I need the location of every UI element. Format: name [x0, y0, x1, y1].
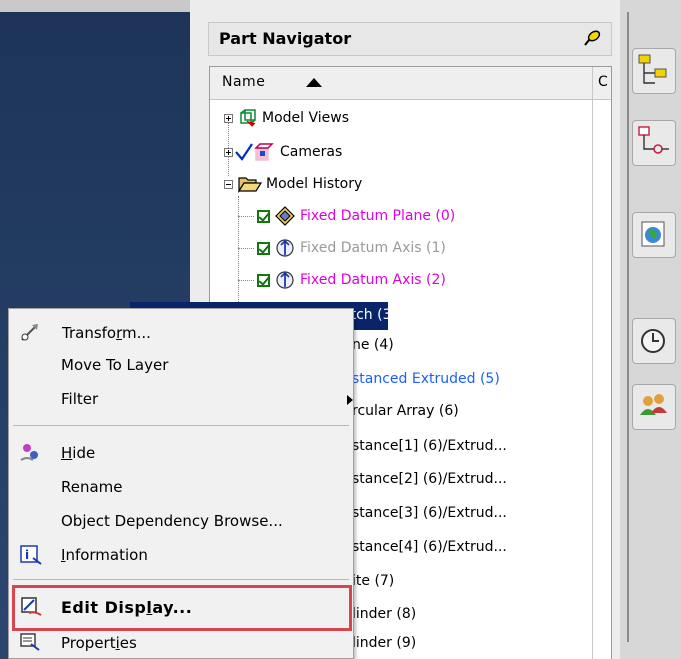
tree-item-label: stanced Extruded (5) [352, 371, 500, 387]
expand-icon[interactable] [224, 114, 233, 123]
tree-row-model-history[interactable]: Model History [222, 169, 602, 199]
tree-row-instance-1[interactable]: stance[1] (6)/Extrud... [352, 431, 592, 461]
camera-icon [254, 143, 274, 161]
column-header-name[interactable]: Name [222, 74, 265, 90]
tree-item-label: Model History [266, 176, 363, 192]
assembly-navigator-icon [638, 54, 667, 84]
tree-item-label: etch (3) "SKETCH_00... [342, 307, 501, 323]
tree-row-unite[interactable]: ite (7) [352, 566, 592, 596]
information-icon: i [20, 545, 42, 565]
tree-item-label: Cameras [280, 144, 343, 160]
expand-icon[interactable] [224, 148, 233, 157]
tree-item-label: stance[1] (6)/Extrud... [352, 438, 507, 454]
menu-item-label: Information [61, 546, 148, 564]
roles-icon [640, 394, 667, 415]
menu-item-label: Properties [61, 634, 137, 652]
checkmark-icon [235, 143, 253, 161]
edit-display-highlight-box [12, 585, 352, 631]
history-tab[interactable] [632, 318, 676, 364]
menu-item-object-dependency-browser[interactable]: Object Dependency Browse... [9, 505, 353, 537]
tree-row-fixed-datum-plane[interactable]: Fixed Datum Plane (0) [238, 201, 602, 231]
pin-icon[interactable] [583, 28, 603, 48]
hide-icon [20, 444, 38, 461]
menu-separator [13, 579, 349, 580]
tree-row-instance-3[interactable]: stance[3] (6)/Extrud... [352, 498, 592, 528]
menu-item-label: Filter [61, 390, 99, 408]
tree-row-instance-4[interactable]: stance[4] (6)/Extrud... [352, 532, 592, 562]
menu-item-transform[interactable]: Transform... [9, 317, 353, 349]
menu-item-label: Object Dependency Browse... [61, 512, 283, 530]
tree-row-instance-2[interactable]: stance[2] (6)/Extrud... [352, 464, 592, 494]
viewport-top-edge [0, 0, 190, 12]
svg-text:i: i [25, 548, 29, 562]
tree-item-label: Fixed Datum Axis (1) [300, 240, 446, 256]
visibility-checkbox[interactable] [257, 242, 270, 255]
assembly-navigator-tab[interactable] [632, 48, 676, 94]
datum-axis-icon [276, 271, 294, 289]
tree-item-label: Fixed Datum Plane (0) [300, 208, 456, 224]
tree-item-label: ne (4) [352, 337, 394, 353]
open-folder-icon [238, 177, 262, 193]
menu-item-label: Hide [61, 444, 96, 462]
menu-item-label: Move To Layer [61, 356, 169, 374]
menu-item-label: Rename [61, 478, 123, 496]
tree-row-circular-array[interactable]: rcular Array (6) [352, 396, 592, 426]
visibility-checkbox[interactable] [257, 210, 270, 223]
tree-item-label: ite (7) [352, 573, 395, 589]
tree-row-fixed-datum-axis-2[interactable]: Fixed Datum Axis (2) [238, 265, 602, 295]
menu-item-properties[interactable]: Properties [9, 627, 353, 659]
tree-item-label: stance[3] (6)/Extrud... [352, 505, 507, 521]
tree-item-label: rcular Array (6) [352, 403, 459, 419]
constraint-navigator-icon [638, 126, 669, 154]
column-header-c[interactable]: C [598, 74, 608, 90]
menu-item-filter[interactable]: Filter [9, 383, 353, 415]
menu-separator [13, 425, 349, 426]
tree-row-plane[interactable]: ne (4) [352, 330, 592, 360]
sort-ascending-icon [306, 78, 322, 87]
tree-item-label: Model Views [262, 110, 350, 126]
collapse-icon[interactable] [224, 180, 233, 189]
menu-item-hide[interactable]: Hide [9, 437, 353, 469]
tree-item-label: linder (8) [352, 606, 417, 622]
tree-item-label: linder (9) [352, 635, 417, 651]
web-browser-tab[interactable] [632, 212, 676, 258]
transform-icon [21, 324, 38, 341]
web-browser-icon [641, 221, 665, 247]
model-views-icon [240, 109, 256, 127]
tree-line [238, 280, 254, 281]
part-navigator-header: Part Navigator [208, 22, 612, 56]
tree-item-label: stance[2] (6)/Extrud... [352, 471, 507, 487]
properties-icon [20, 633, 40, 651]
menu-item-information[interactable]: i Information [9, 539, 353, 571]
tree-item-label: stance[4] (6)/Extrud... [352, 539, 507, 555]
visibility-checkbox[interactable] [257, 274, 270, 287]
datum-plane-icon [275, 206, 295, 226]
submenu-arrow-icon [347, 395, 353, 405]
menu-item-rename[interactable]: Rename [9, 471, 353, 503]
constraint-navigator-tab[interactable] [632, 120, 676, 166]
tree-line [238, 248, 254, 249]
tree-line [238, 216, 254, 217]
column-header-row: Name C [210, 67, 611, 100]
tree-row-cameras[interactable]: Cameras [222, 137, 602, 167]
roles-tab[interactable] [632, 384, 676, 430]
datum-axis-icon [276, 239, 294, 257]
tree-row-model-views[interactable]: Model Views [222, 103, 602, 133]
tree-row-fixed-datum-axis-1[interactable]: Fixed Datum Axis (1) [238, 233, 602, 263]
menu-item-label: Transform... [62, 324, 151, 342]
tree-row-instanced-extruded[interactable]: stanced Extruded (5) [352, 364, 592, 394]
tree-row-cylinder-8[interactable]: linder (8) [352, 599, 592, 629]
tree-row-cylinder-9[interactable]: linder (9) [352, 628, 592, 658]
navigator-title: Part Navigator [219, 29, 352, 48]
menu-item-move-to-layer[interactable]: Move To Layer [9, 349, 353, 381]
clock-icon [641, 329, 665, 353]
resource-bar-divider [627, 12, 629, 642]
tree-item-label: Fixed Datum Axis (2) [300, 272, 446, 288]
